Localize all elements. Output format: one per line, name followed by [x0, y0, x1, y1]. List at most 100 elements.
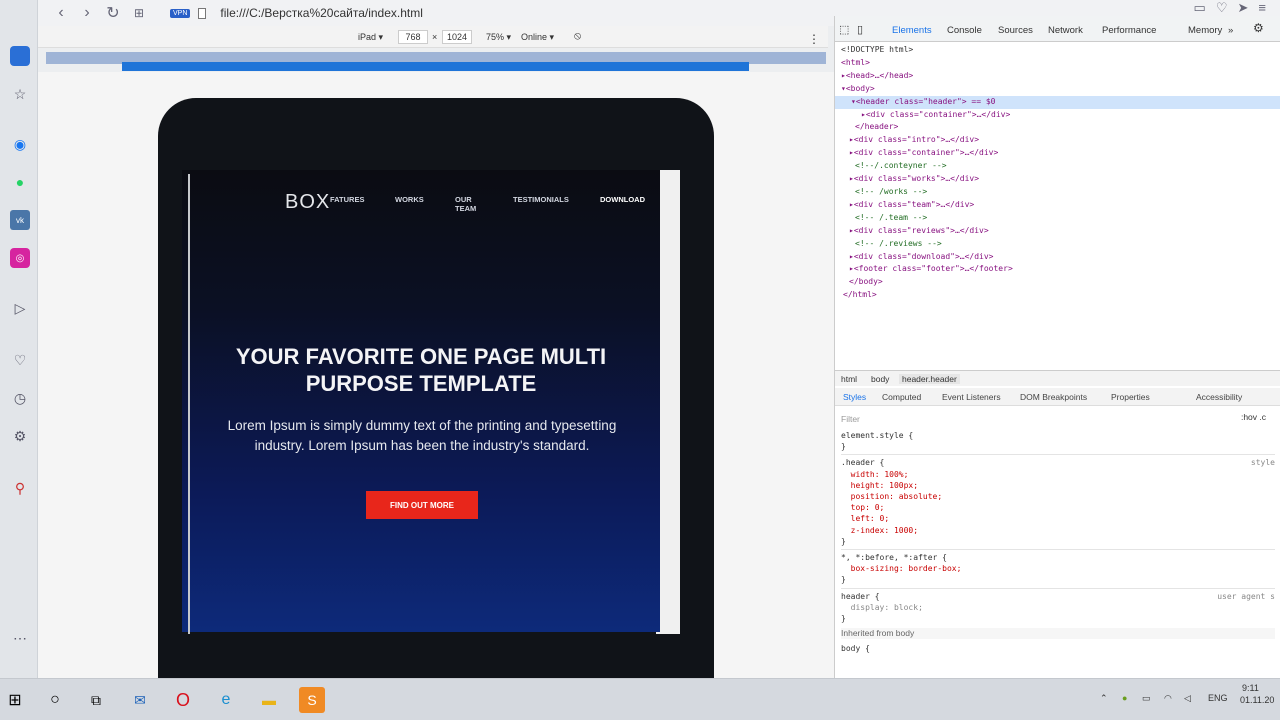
whatsapp-icon[interactable]: ●	[10, 172, 30, 192]
rule-property[interactable]: height: 100px;	[841, 480, 1275, 491]
dom-line[interactable]: ▸<div class="reviews">…</div>	[841, 225, 1280, 238]
battery-icon[interactable]: ▭	[1142, 693, 1151, 704]
styles-filter-input[interactable]: Filter	[841, 414, 860, 424]
width-input[interactable]: 768	[398, 30, 428, 44]
edge-icon[interactable]: e	[213, 687, 239, 713]
reload-icon[interactable]: ↻	[100, 2, 126, 24]
dom-line[interactable]: ▸<div class="team">…</div>	[841, 199, 1280, 212]
heart-icon[interactable]: ♡	[10, 350, 30, 370]
dom-line[interactable]: <!DOCTYPE html>	[841, 44, 1280, 57]
rule-source[interactable]: style	[1251, 457, 1275, 468]
dom-comment[interactable]: <!-- /.reviews -->	[841, 238, 1280, 251]
tab-sources[interactable]: Sources	[998, 25, 1033, 36]
url-text[interactable]: file:///C:/Верстка%20сайта/index.html	[220, 6, 423, 20]
nav-item-team[interactable]: OUR TEAM	[455, 195, 483, 213]
rule-selector-text[interactable]: header {	[841, 592, 880, 601]
tab-event-listeners[interactable]: Event Listeners	[942, 392, 1001, 402]
dom-line-selected[interactable]: ▾<header class="header"> == $0	[835, 95, 1280, 109]
tab-overflow[interactable]: »	[1228, 25, 1233, 36]
search-icon[interactable]: ○	[42, 687, 68, 713]
network-select[interactable]: Online ▾	[521, 32, 554, 43]
settings-icon[interactable]: ⚙	[10, 426, 30, 446]
snapshot-icon[interactable]: ▭	[1194, 0, 1206, 16]
tab-performance[interactable]: Performance	[1102, 25, 1156, 36]
tab-elements[interactable]: Elements	[892, 25, 932, 36]
opera-icon[interactable]: O	[170, 687, 196, 713]
rule-property[interactable]: z-index: 1000;	[841, 525, 1275, 536]
dom-line[interactable]: ▸<div class="container">…</div>	[841, 147, 1280, 160]
tab-network[interactable]: Network	[1048, 25, 1083, 36]
heart-icon[interactable]: ♡	[1216, 0, 1228, 16]
breadcrumb-item[interactable]: html	[841, 374, 857, 384]
tab-memory[interactable]: Memory	[1188, 25, 1222, 36]
tab-console[interactable]: Console	[947, 25, 982, 36]
workspace-icon[interactable]	[10, 46, 30, 66]
messenger-icon[interactable]: ◉	[10, 134, 30, 154]
device-select[interactable]: iPad ▾	[358, 32, 383, 43]
tab-computed[interactable]: Computed	[882, 392, 921, 402]
rule-property[interactable]: position: absolute;	[841, 491, 1275, 502]
mail-icon[interactable]: ✉	[127, 687, 153, 713]
tab-accessibility[interactable]: Accessibility	[1196, 392, 1242, 402]
site-logo[interactable]: BOX	[285, 191, 330, 214]
rule-selector[interactable]: *, *:before, *:after {	[841, 552, 1275, 563]
rule-property[interactable]: box-sizing: border-box;	[841, 563, 1275, 574]
tab-properties[interactable]: Properties	[1111, 392, 1150, 402]
windows-start-icon[interactable]: ⊞	[2, 687, 28, 713]
more-options-icon[interactable]: ⋮	[808, 32, 820, 46]
rule-selector[interactable]: body {	[841, 643, 1275, 654]
rotate-icon[interactable]: ⦸	[574, 30, 581, 43]
send-icon[interactable]: ➤	[1238, 0, 1249, 16]
instagram-icon[interactable]: ◎	[10, 248, 30, 268]
nav-item-download[interactable]: DOWNLOAD	[600, 195, 645, 204]
dom-line[interactable]: ▸<div class="download">…</div>	[841, 251, 1280, 264]
history-icon[interactable]: ◷	[10, 388, 30, 408]
device-mode-icon[interactable]: ▯	[857, 23, 863, 36]
breadcrumb-item[interactable]: body	[871, 374, 889, 384]
speed-dial-icon[interactable]: ☆	[10, 84, 30, 104]
rule-selector-text[interactable]: .header {	[841, 458, 884, 467]
tray-app-icon[interactable]: ●	[1122, 693, 1127, 703]
tabs-grid-icon[interactable]: ⊞	[126, 2, 152, 24]
sublime-text-icon[interactable]: S	[299, 687, 325, 713]
vk-icon[interactable]: vk	[10, 210, 30, 230]
zoom-select[interactable]: 75% ▾	[486, 32, 511, 43]
breadcrumb-item-active[interactable]: header.header	[899, 374, 960, 384]
dom-line[interactable]: ▸<div class="works">…</div>	[841, 173, 1280, 186]
location-icon[interactable]: ⚲	[10, 478, 30, 498]
nav-item-features[interactable]: FATURES	[330, 195, 364, 204]
clock-date[interactable]: 01.11.20	[1240, 695, 1274, 705]
menu-icon[interactable]: ≡	[1258, 0, 1266, 16]
dom-comment[interactable]: <!--/.conteyner -->	[841, 160, 1280, 173]
more-icon[interactable]: ⋯	[10, 628, 30, 648]
dom-line[interactable]: ▸<div class="container">…</div>	[841, 109, 1280, 122]
tab-dom-breakpoints[interactable]: DOM Breakpoints	[1020, 392, 1087, 402]
nav-item-works[interactable]: WORKS	[395, 195, 424, 204]
dom-line[interactable]: ▸<div class="intro">…</div>	[841, 134, 1280, 147]
media-query-bar-active[interactable]	[122, 62, 749, 71]
rule-property[interactable]: width: 100%;	[841, 469, 1275, 480]
rule-property[interactable]: left: 0;	[841, 513, 1275, 524]
inspect-icon[interactable]: ⬚	[839, 23, 849, 36]
height-input[interactable]: 1024	[442, 30, 472, 44]
dom-line[interactable]: </header>	[841, 121, 1280, 134]
rule-property[interactable]: top: 0;	[841, 502, 1275, 513]
dom-comment[interactable]: <!-- /works -->	[841, 186, 1280, 199]
dom-line[interactable]: <html>	[841, 57, 1280, 70]
hov-toggle[interactable]: :hov .c	[1241, 412, 1266, 422]
file-explorer-icon[interactable]: ▬	[256, 687, 282, 713]
dom-line[interactable]: </html>	[841, 289, 1280, 302]
devtools-settings-icon[interactable]: ⚙	[1253, 21, 1264, 35]
rule-selector[interactable]: .header { style	[841, 457, 1275, 468]
find-out-more-button[interactable]: FIND OUT MORE	[366, 491, 478, 519]
rule-selector[interactable]: header {user agent s	[841, 591, 1275, 602]
rule-line[interactable]: element.style {	[841, 430, 1275, 441]
tray-chevron-icon[interactable]: ⌃	[1100, 693, 1108, 704]
vpn-badge[interactable]: VPN	[170, 8, 191, 18]
wifi-icon[interactable]: ◠	[1164, 693, 1172, 704]
dom-comment[interactable]: <!-- /.team -->	[841, 212, 1280, 225]
dom-line[interactable]: </body>	[841, 276, 1280, 289]
clock-time[interactable]: 9:11	[1242, 683, 1259, 693]
dom-line[interactable]: ▸<head>…</head>	[841, 70, 1280, 83]
dom-line[interactable]: ▾<body>	[841, 83, 1280, 96]
